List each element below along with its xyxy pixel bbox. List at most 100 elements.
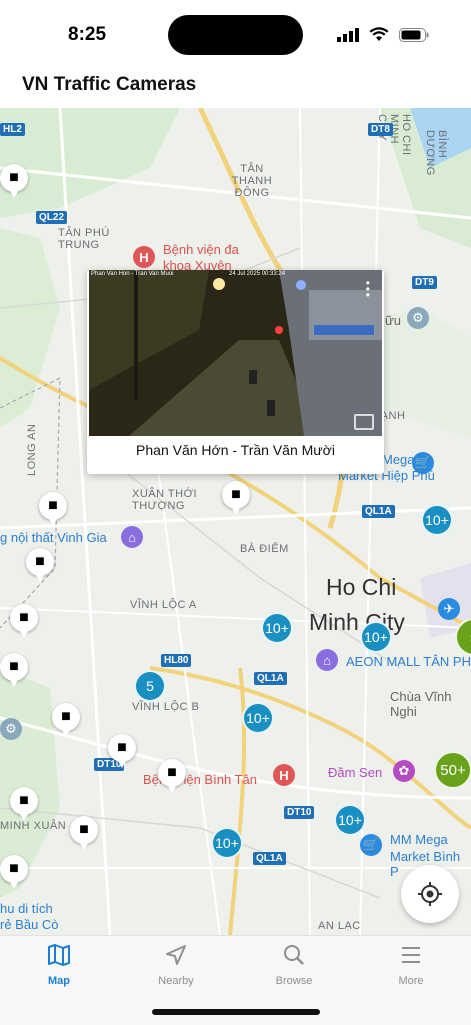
camera-cluster[interactable]: 10+ [242,702,274,734]
home-indicator [152,1009,320,1015]
poi-furniture[interactable]: g nội thất Vinh Gia [0,530,107,545]
camera-cluster[interactable]: 50+ [434,751,471,789]
camera-marker[interactable]: ■ [108,734,136,768]
camera-preview-card[interactable]: Phan Van Hon - Tran Van Muoi 24 Jul 2025… [87,270,384,474]
camera-icon: ■ [9,860,19,877]
road-shield: HL80 [161,654,192,667]
map-icon [48,944,70,966]
camera-marker[interactable]: ■ [26,548,54,582]
gallery-icon[interactable] [354,414,374,430]
feed-overlay-timestamp: 24 Jul 2025 00:33:24 [229,271,286,277]
hospital-icon[interactable]: H [133,246,155,268]
crosshair-icon [418,882,442,906]
road-shield: QL1A [362,505,395,518]
camera-icon: ■ [231,486,241,503]
poi-mm-mega[interactable]: MM Mega [390,832,448,847]
signal-icon [337,27,359,42]
poi-bau-co[interactable]: rẻ Bầu Cò [0,917,59,932]
camera-marker[interactable]: ■ [39,492,67,526]
area-label-tan-thanh-dong: TÂN THANH ĐÔNG [231,163,273,199]
search-icon [284,945,304,965]
battery-icon [399,27,429,42]
shopping-bag-icon[interactable]: ⌂ [121,526,143,548]
status-bar: 8:25 [0,0,471,66]
city-label-line1: Ho Chi [326,574,397,600]
status-time: 8:25 [68,24,107,45]
road-shield: QL1A [253,852,286,865]
camera-marker[interactable]: ■ [222,481,250,515]
area-label-long-an: LONG AN [26,423,38,476]
area-label-huu: ữu [385,313,401,328]
area-label-xuan-thoi-thuong: XUÂN THỚI THƯỢNG [132,488,198,512]
area-label-minh-xuan: MINH XUÂN [0,820,67,832]
gear-icon[interactable]: ⚙ [407,307,429,329]
camera-marker[interactable]: ■ [0,855,28,889]
poi-mega[interactable]: Mega [382,452,415,467]
camera-cluster[interactable]: 10+ [261,612,293,644]
camera-cluster[interactable]: 10+ [211,827,243,859]
feed-overlay-location: Phan Van Hon - Tran Van Muoi [91,271,174,277]
area-label-vinh-loc-a: VĨNH LỘC A [130,599,197,611]
poi-chua-vinh-nghiem[interactable]: Chùa Vĩnh Nghi [390,689,471,719]
map-view[interactable]: TÂN THANH ĐÔNG TÂN PHÚ TRUNG XUÂN THỚI T… [0,108,471,935]
camera-icon: ■ [19,792,29,809]
camera-icon: ■ [19,609,29,626]
area-label-ba-diem: BÀ ĐIỂM [240,543,289,555]
location-arrow-icon [166,945,186,965]
camera-icon: ■ [167,764,177,781]
page-title: VN Traffic Cameras [22,74,197,95]
poi-di-tich[interactable]: hu di tích [0,901,53,916]
camera-marker[interactable]: ■ [10,604,38,638]
poi-dam-sen[interactable]: Đầm Sen [328,765,382,780]
camera-name: Phan Văn Hớn - Trần Văn Mười [136,442,335,458]
camera-icon: ■ [117,739,127,756]
camera-icon: ■ [61,708,71,725]
camera-marker[interactable]: ■ [158,759,186,793]
camera-marker[interactable]: ■ [70,816,98,850]
road-shield: QL22 [36,211,68,224]
camera-icon: ■ [9,658,19,675]
tab-label: Browse [275,975,313,987]
dynamic-island [168,15,303,55]
area-label-binh-duong: BÌNH DƯƠNG [424,130,448,176]
wifi-icon [369,27,389,41]
camera-cluster[interactable]: 10+ [421,504,453,536]
camera-feed-scene [89,270,382,436]
camera-icon: ■ [9,169,19,186]
more-options-icon[interactable]: • • • [366,277,370,301]
camera-icon: ■ [35,553,45,570]
camera-marker[interactable]: ■ [10,787,38,821]
hospital-icon[interactable]: H [273,764,295,786]
tab-map[interactable]: Map [19,944,99,987]
area-label-tan-phu-trung: TÂN PHÚ TRUNG [58,227,110,251]
cart-icon[interactable]: 🛒 [360,834,382,856]
camera-cluster[interactable]: 10+ [360,621,392,653]
camera-marker[interactable]: ■ [0,164,28,198]
poi-aeon-mall[interactable]: AEON MALL TÂN PH [346,654,471,669]
airport-icon[interactable]: ✈ [438,598,460,620]
tab-more[interactable]: More [371,944,451,987]
shopping-bag-icon[interactable]: ⌂ [316,649,338,671]
locate-me-button[interactable] [401,865,459,923]
camera-marker[interactable]: ■ [0,653,28,687]
area-label-an-lac: AN LẠC [318,920,361,932]
tab-label: Map [48,975,70,987]
gear-icon[interactable]: ⚙ [0,718,22,740]
camera-cluster[interactable]: 5 [134,670,166,702]
tab-browse[interactable]: Browse [254,944,334,987]
camera-marker[interactable]: ■ [52,703,80,737]
area-label-vinh-loc-b: VĨNH LỘC B [132,701,200,713]
tab-label: Nearby [158,975,194,987]
amusement-icon[interactable]: ✿ [393,760,415,782]
status-icons [337,27,429,42]
camera-icon: ■ [79,821,89,838]
road-shield: DT10 [284,806,315,819]
tab-label: More [398,975,424,987]
road-shield: DT8 [368,123,393,136]
camera-cluster[interactable]: 10+ [334,804,366,836]
camera-feed-image[interactable]: Phan Van Hon - Tran Van Muoi 24 Jul 2025… [89,270,382,436]
road-shield: QL1A [254,672,287,685]
road-shield: HL2 [0,123,25,136]
tab-nearby[interactable]: Nearby [136,944,216,987]
camera-icon: ■ [48,497,58,514]
